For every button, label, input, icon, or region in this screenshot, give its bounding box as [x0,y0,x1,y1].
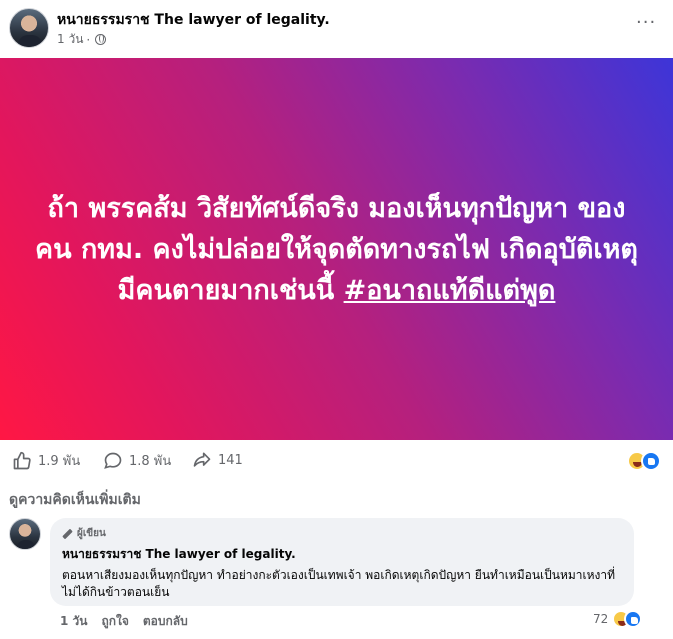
comment-bubble-icon [104,452,122,469]
post-time[interactable]: 1 วัน [57,30,83,49]
thumbs-up-icon [13,451,31,469]
share-arrow-icon [193,452,211,467]
author-avatar[interactable] [9,8,49,48]
like-reaction-icon [641,451,661,471]
comment-reaction-count: 72 [593,612,609,626]
separator-dot: · [86,32,91,47]
commenter-avatar[interactable] [9,518,41,550]
like-count: 1.9 พัน [38,454,81,469]
more-comments-link[interactable]: ดูความคิดเห็นเพิ่มเติม [9,489,141,511]
comment-actions: 1 วัน ถูกใจ ตอบกลับ [60,612,188,631]
share-count: 141 [218,452,243,468]
comment-time[interactable]: 1 วัน [60,612,87,631]
globe-icon [95,34,107,45]
post-author-name[interactable]: หนายธรรมราช The lawyer of legality. [57,9,330,31]
author-badge-label: ผู้เขียน [77,528,106,539]
post-meta: 1 วัน · [57,30,107,49]
comment-reply-button[interactable]: ตอบกลับ [143,612,188,631]
reaction-summary[interactable] [627,451,667,471]
post-header: หนายธรรมราช The lawyer of legality. 1 วั… [0,0,673,58]
post-banner[interactable]: ถ้า พรรคส้ม วิสัยทัศน์ดีจริง มองเห็นทุกป… [0,58,673,440]
banner-hashtag[interactable]: #อนาถแท้ดีแต่พูด [344,275,556,306]
comment-reactions[interactable]: 72 [593,610,643,628]
share-action[interactable]: 141 [192,450,243,470]
comment-action[interactable]: 1.8 พัน [103,450,171,471]
more-options-button[interactable]: ··· [636,12,656,33]
author-badge: ผู้เขียน [62,526,622,541]
like-reaction-icon [624,610,643,628]
comment-count: 1.8 พัน [129,454,172,469]
banner-text: ถ้า พรรคส้ม วิสัยทัศน์ดีจริง มองเห็นทุกป… [32,188,642,311]
comment-bubble: ผู้เขียน หนายธรรมราช The lawyer of legal… [50,518,634,606]
comment-like-button[interactable]: ถูกใจ [101,612,128,631]
pen-icon [62,528,73,539]
comment-author-name[interactable]: หนายธรรมราช The lawyer of legality. [62,545,622,564]
comment-text: ตอนหาเสียงมองเห็นทุกปัญหา ทำอย่างกะตัวเอ… [62,568,616,599]
like-action[interactable]: 1.9 พัน [12,450,80,471]
post-actions-bar: 1.9 พัน 1.8 พัน 141 [0,446,673,476]
